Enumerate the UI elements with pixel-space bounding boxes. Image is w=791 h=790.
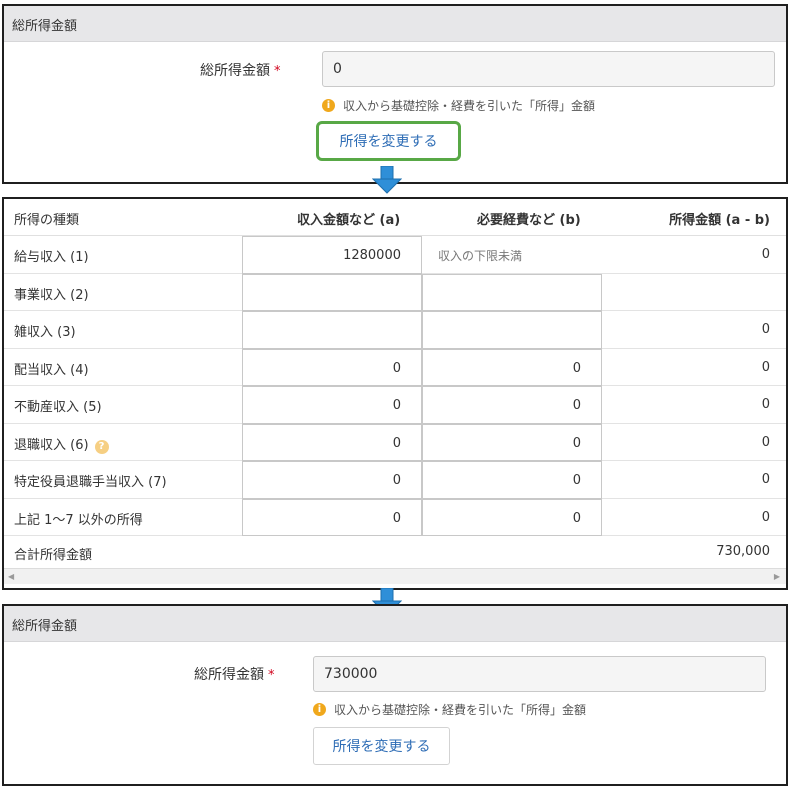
row-label: 特定役員退職手当収入 (7) [14, 475, 167, 490]
table-row-dividend: 配当収入 (4) 0 0 0 [4, 348, 786, 386]
header-expense: 必要経費など (b) [477, 213, 581, 228]
required-mark: * [274, 64, 281, 79]
scroll-right-icon[interactable]: ▶ [774, 572, 780, 581]
total-income-label: 総所得金額 * [200, 63, 281, 79]
expense-input[interactable]: 0 [422, 386, 602, 424]
total-income-input[interactable]: 0 [322, 51, 775, 87]
income-section-after: 総所得金額 総所得金額 * 730000 i 収入から基礎控除・経費を引いた「所得… [2, 604, 788, 786]
income-hint: i 収入から基礎控除・経費を引いた「所得」金額 [313, 701, 586, 718]
total-label: 合計所得金額 [14, 548, 93, 563]
income-hint: i 収入から基礎控除・経費を引いた「所得」金額 [322, 97, 595, 114]
income-section-before: 総所得金額 総所得金額 * 0 i 収入から基礎控除・経費を引いた「所得」金額 所… [2, 4, 788, 184]
revenue-input[interactable]: 0 [242, 386, 422, 424]
total-value: 730,000 [716, 544, 770, 559]
income-value: 0 [761, 247, 770, 262]
table-row-business: 事業収入 (2) [4, 273, 786, 311]
header-income: 所得金額 (a - b) [669, 213, 770, 228]
table-row-other: 上記 1〜7 以外の所得 0 0 0 [4, 498, 786, 536]
header-revenue: 収入金額など (a) [297, 213, 401, 228]
row-label: 事業収入 (2) [14, 287, 89, 303]
income-value: 0 [761, 397, 770, 412]
horizontal-scrollbar[interactable]: ◀ ▶ [4, 568, 786, 584]
expense-note: 収入の下限未満 [438, 249, 523, 263]
change-income-button[interactable]: 所得を変更する [313, 727, 450, 765]
row-label: 給与収入 (1) [14, 250, 89, 265]
income-breakdown-table: 所得の種類 収入金額など (a) 必要経費など (b) 所得金額 (a - b)… [2, 197, 788, 590]
expense-input[interactable]: 0 [422, 348, 602, 386]
table-row-misc: 雑収入 (3) 0 [4, 311, 786, 349]
total-income-label: 総所得金額 * [194, 667, 275, 683]
row-label: 配当収入 (4) [14, 362, 89, 378]
table-row-executive-retirement: 特定役員退職手当収入 (7) 0 0 0 [4, 461, 786, 499]
section-title: 総所得金額 [4, 606, 786, 642]
revenue-input[interactable]: 0 [242, 348, 422, 386]
row-label: 退職収入 (6)? [14, 434, 109, 454]
income-value: 0 [761, 472, 770, 487]
expense-input[interactable]: 0 [422, 461, 602, 499]
scroll-left-icon[interactable]: ◀ [8, 572, 14, 581]
revenue-input[interactable] [242, 273, 422, 311]
required-mark: * [268, 668, 275, 683]
revenue-input[interactable] [242, 311, 422, 349]
table-row-retirement: 退職収入 (6)? 0 0 0 [4, 423, 786, 461]
revenue-input[interactable]: 0 [242, 461, 422, 499]
expense-input[interactable]: 0 [422, 498, 602, 536]
expense-input[interactable]: 0 [422, 423, 602, 461]
expense-input[interactable] [422, 273, 602, 311]
info-icon: i [313, 703, 326, 716]
row-label: 雑収入 (3) [14, 325, 76, 340]
income-value: 0 [761, 359, 770, 375]
row-label: 不動産収入 (5) [14, 400, 102, 415]
table-header: 所得の種類 収入金額など (a) 必要経費など (b) 所得金額 (a - b) [4, 199, 786, 236]
row-label: 上記 1〜7 以外の所得 [14, 512, 143, 528]
table-row-real-estate: 不動産収入 (5) 0 0 0 [4, 386, 786, 424]
revenue-input[interactable]: 0 [242, 498, 422, 536]
income-value: 0 [761, 322, 770, 337]
revenue-input[interactable]: 1280000 [242, 236, 422, 274]
total-row: 合計所得金額 730,000 [4, 536, 786, 568]
info-icon: i [322, 99, 335, 112]
revenue-input[interactable]: 0 [242, 423, 422, 461]
down-arrow-icon [372, 166, 402, 194]
expense-input[interactable] [422, 311, 602, 349]
income-value: 0 [761, 509, 770, 525]
section-title: 総所得金額 [4, 6, 786, 42]
question-icon[interactable]: ? [94, 439, 109, 454]
total-income-input[interactable]: 730000 [313, 656, 766, 692]
header-income-type: 所得の種類 [14, 213, 80, 228]
change-income-button[interactable]: 所得を変更する [316, 121, 461, 161]
table-row-salary: 給与収入 (1) 1280000 収入の下限未満 0 [4, 236, 786, 274]
income-value: 0 [761, 434, 770, 450]
